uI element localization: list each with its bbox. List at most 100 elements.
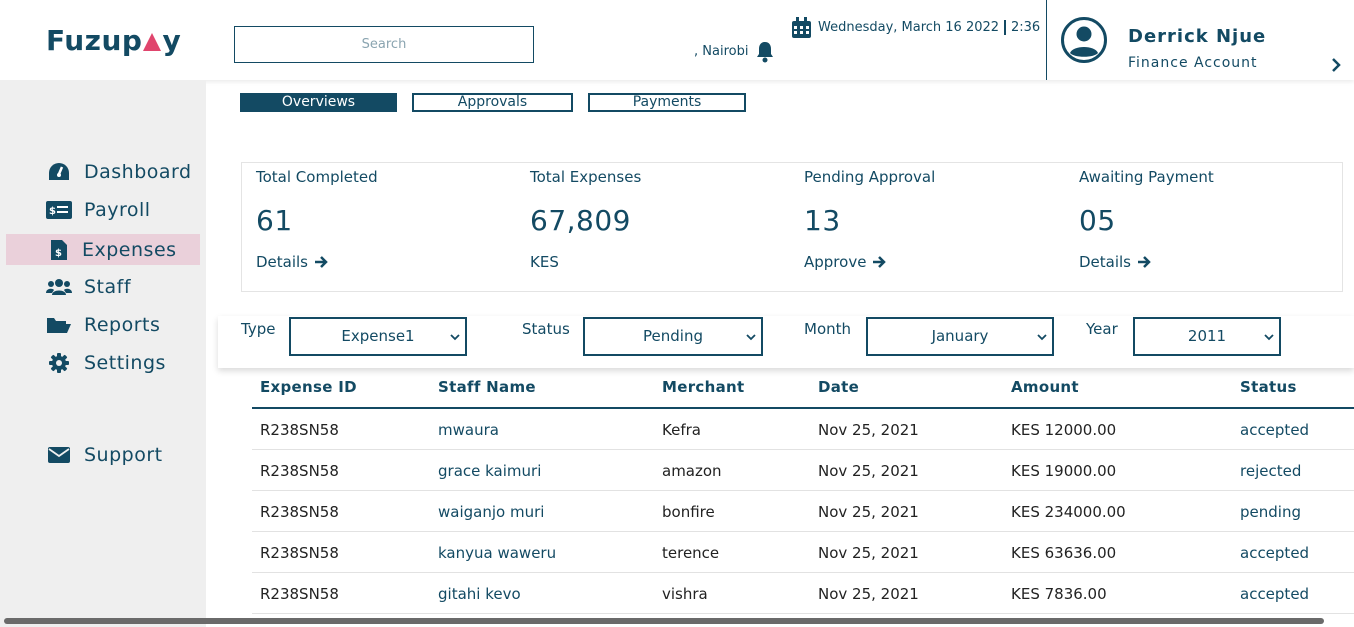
currency-label: KES	[530, 253, 559, 271]
expense-id-cell: R238SN58	[260, 462, 339, 480]
table-row[interactable]: R238SN58 gitahi kevo vishra Nov 25, 2021…	[252, 573, 1354, 614]
chevron-right-icon[interactable]	[1330, 58, 1342, 72]
sidebar-item-label: Settings	[84, 351, 166, 374]
column-header[interactable]: Merchant	[662, 378, 744, 396]
expense-id-cell: R238SN58	[260, 421, 339, 439]
staff-name-cell[interactable]: grace kaimuri	[438, 462, 541, 480]
expense-id-cell: R238SN58	[260, 544, 339, 562]
arrow-right-icon	[315, 256, 328, 268]
sidebar-item-reports[interactable]: Reports	[6, 309, 200, 340]
logo-triangle-icon	[143, 33, 162, 51]
staff-name-cell[interactable]: kanyua waweru	[438, 544, 556, 562]
stat-total-completed: Total Completed 61 Details	[242, 163, 512, 291]
arrow-right-icon	[1138, 256, 1151, 268]
current-date: Wednesday, March 16 2022	[818, 20, 1000, 35]
folder-open-icon	[46, 314, 72, 336]
table-row[interactable]: R238SN58 mwaura Kefra Nov 25, 2021 KES 1…	[252, 409, 1354, 450]
column-header[interactable]: Staff Name	[438, 378, 536, 396]
staff-name-cell[interactable]: waiganjo muri	[438, 503, 544, 521]
column-header[interactable]: Status	[1240, 378, 1297, 396]
table-header-row: Expense ID Staff Name Merchant Date Amou…	[252, 372, 1354, 409]
sidebar-item-label: Staff	[84, 275, 132, 298]
sidebar-item-payroll[interactable]: $ Payroll	[6, 194, 200, 225]
stat-label: Pending Approval	[804, 168, 936, 186]
status-cell: pending	[1240, 503, 1301, 521]
amount-cell: KES 234000.00	[1011, 503, 1126, 521]
gear-icon	[46, 352, 72, 374]
stat-label: Total Completed	[256, 168, 378, 186]
sidebar-item-expenses[interactable]: $ Expenses	[6, 234, 200, 265]
receipt-icon: $	[46, 239, 72, 261]
sidebar-item-dashboard[interactable]: Dashboard	[6, 156, 200, 187]
chevron-down-icon	[746, 334, 756, 341]
stat-value: 61	[256, 204, 293, 237]
merchant-cell: amazon	[662, 462, 722, 480]
user-name: Derrick Njue	[1128, 26, 1267, 47]
user-role: Finance Account	[1128, 55, 1258, 71]
stat-value: 13	[804, 204, 841, 237]
table-row[interactable]: R238SN58 waiganjo muri bonfire Nov 25, 2…	[252, 491, 1354, 532]
arrow-right-icon	[873, 256, 887, 268]
svg-text:$: $	[49, 206, 56, 217]
date-cell: Nov 25, 2021	[818, 503, 919, 521]
expense-id-cell: R238SN58	[260, 503, 339, 521]
status-cell: rejected	[1240, 462, 1302, 480]
sidebar-item-label: Reports	[84, 313, 161, 336]
year-select[interactable]: 2011	[1133, 317, 1281, 356]
money-bill-icon: $	[46, 199, 72, 221]
date-cell: Nov 25, 2021	[818, 585, 919, 603]
staff-name-cell[interactable]: mwaura	[438, 421, 499, 439]
search-input[interactable]: Search	[234, 26, 534, 63]
users-icon	[46, 276, 72, 298]
fuzupay-logo[interactable]: Fuzup y	[46, 24, 181, 57]
column-header[interactable]: Expense ID	[260, 378, 357, 396]
stat-total-expenses: Total Expenses 67,809 KES	[516, 163, 786, 291]
status-cell: accepted	[1240, 585, 1310, 603]
column-header[interactable]: Date	[818, 378, 859, 396]
merchant-cell: Kefra	[662, 421, 701, 439]
chevron-down-icon	[450, 334, 460, 341]
status-select[interactable]: Pending	[583, 317, 763, 356]
amount-cell: KES 12000.00	[1011, 421, 1117, 439]
details-link[interactable]: Details	[1079, 253, 1151, 271]
staff-name-cell[interactable]: gitahi kevo	[438, 585, 521, 603]
location-text: , Nairobi	[694, 44, 749, 59]
bell-icon[interactable]	[755, 41, 775, 63]
tab-overviews[interactable]: Overviews	[240, 93, 397, 112]
status-label: Status	[522, 320, 570, 338]
envelope-icon	[46, 444, 72, 466]
approve-link[interactable]: Approve	[804, 253, 887, 271]
table-row[interactable]: R238SN58 kanyua waweru terence Nov 25, 2…	[252, 532, 1354, 573]
tab-payments[interactable]: Payments	[588, 93, 746, 112]
sidebar-item-settings[interactable]: Settings	[6, 347, 200, 378]
merchant-cell: vishra	[662, 585, 708, 603]
svg-text:$: $	[55, 248, 62, 259]
amount-cell: KES 7836.00	[1011, 585, 1107, 603]
table-row[interactable]: R238SN58 grace kaimuri amazon Nov 25, 20…	[252, 450, 1354, 491]
user-avatar-icon[interactable]	[1060, 16, 1108, 64]
top-header: Fuzup y Search , Nairobi Wednesday, March…	[0, 0, 1354, 80]
sidebar-item-label: Expenses	[82, 238, 177, 261]
sidebar-item-support[interactable]: Support	[6, 439, 200, 470]
type-select[interactable]: Expense1	[289, 317, 467, 356]
details-link[interactable]: Details	[256, 253, 328, 271]
stats-panel: Total Completed 61 Details Total Expense…	[241, 162, 1343, 292]
expense-id-cell: R238SN58	[260, 585, 339, 603]
status-cell: accepted	[1240, 544, 1310, 562]
month-select[interactable]: January	[866, 317, 1054, 356]
stat-pending-approval: Pending Approval 13 Approve	[790, 163, 1060, 291]
column-header[interactable]: Amount	[1011, 378, 1079, 396]
stat-value: 05	[1079, 204, 1116, 237]
amount-cell: KES 19000.00	[1011, 462, 1117, 480]
sidebar-item-staff[interactable]: Staff	[6, 271, 200, 302]
amount-cell: KES 63636.00	[1011, 544, 1117, 562]
merchant-cell: terence	[662, 544, 720, 562]
stat-label: Awaiting Payment	[1079, 168, 1214, 186]
filter-bar: Type Expense1 Status Pending Month Janua…	[218, 316, 1354, 368]
sidebar-item-label: Payroll	[84, 198, 151, 221]
horizontal-scrollbar[interactable]	[4, 618, 1324, 624]
tab-approvals[interactable]: Approvals	[412, 93, 573, 112]
stat-value: 67,809	[530, 204, 631, 237]
sidebar-item-label: Support	[84, 443, 163, 466]
month-label: Month	[804, 320, 852, 338]
